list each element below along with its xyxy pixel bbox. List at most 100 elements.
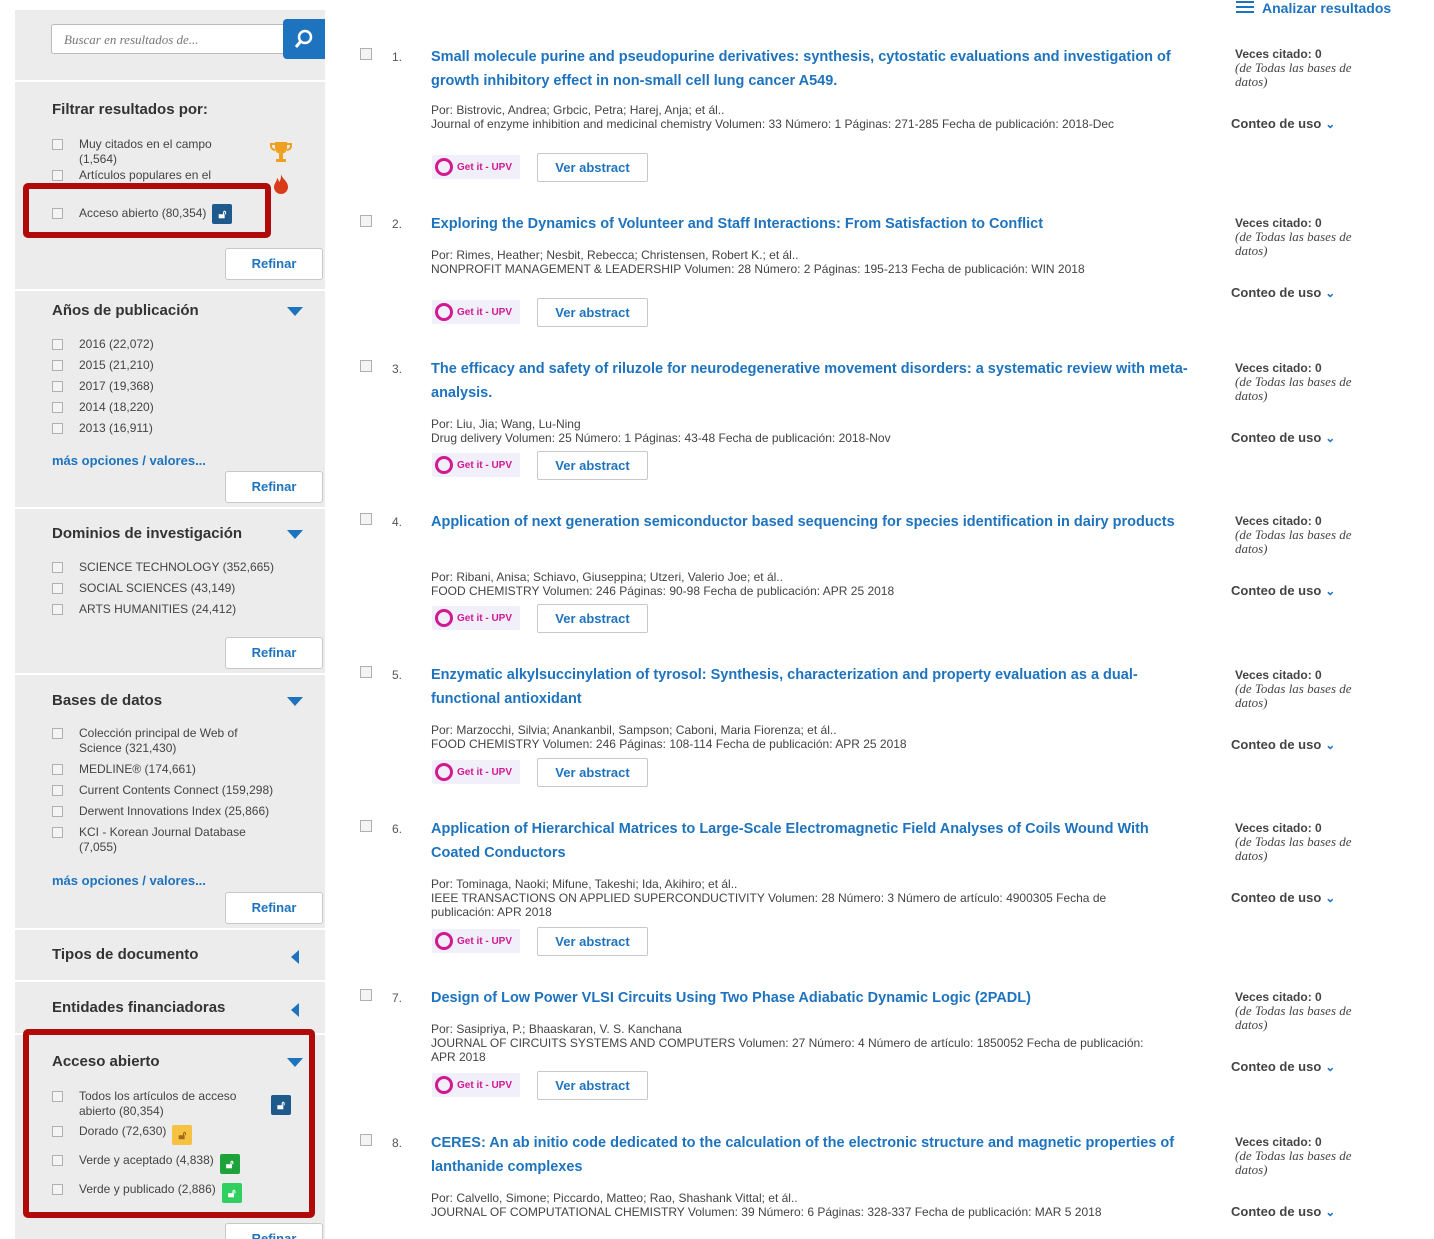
chevron-down-icon: ⌄	[1325, 1060, 1336, 1074]
checkbox[interactable]	[52, 827, 63, 838]
usage-count-dropdown[interactable]: Conteo de uso ⌄	[1231, 583, 1335, 598]
times-cited-count[interactable]: Veces citado: 0	[1235, 47, 1405, 61]
checkbox[interactable]	[52, 728, 63, 739]
result-number: 5.	[392, 668, 403, 682]
domain-option[interactable]: SCIENCE TECHNOLOGY (352,665)	[52, 560, 319, 575]
database-option[interactable]: MEDLINE® (174,661)	[52, 762, 299, 777]
expand-doc-types-icon[interactable]	[291, 950, 299, 964]
refine-button[interactable]: Refinar	[225, 471, 323, 503]
year-option[interactable]: 2017 (19,368)	[52, 379, 154, 394]
analyze-results-link[interactable]: Analizar resultados	[1236, 0, 1391, 16]
collapse-databases-icon[interactable]	[287, 697, 303, 706]
get-it-upv-button[interactable]: Get it - UPV	[432, 606, 520, 630]
database-option[interactable]: Derwent Innovations Index (25,866)	[52, 804, 309, 819]
checkbox[interactable]	[52, 562, 63, 573]
usage-count-dropdown[interactable]: Conteo de uso ⌄	[1231, 1059, 1335, 1074]
times-cited-count[interactable]: Veces citado: 0	[1235, 821, 1405, 835]
times-cited-note: (de Todas las bases de datos)	[1235, 527, 1352, 556]
result-title-link[interactable]: Application of next generation semicondu…	[431, 510, 1191, 534]
checkbox[interactable]	[52, 785, 63, 796]
usage-count-dropdown[interactable]: Conteo de uso ⌄	[1231, 430, 1335, 445]
database-option[interactable]: Current Contents Connect (159,298)	[52, 783, 309, 798]
checkbox[interactable]	[52, 604, 63, 615]
domain-option[interactable]: ARTS HUMANITIES (24,412)	[52, 602, 236, 617]
result-checkbox[interactable]	[360, 215, 372, 227]
refine-button[interactable]: Refinar	[225, 892, 323, 924]
result-checkbox[interactable]	[360, 48, 372, 60]
get-it-upv-button[interactable]: Get it - UPV	[432, 155, 520, 179]
result-source: JOURNAL OF CIRCUITS SYSTEMS AND COMPUTER…	[431, 1036, 1144, 1064]
result-checkbox[interactable]	[360, 666, 372, 678]
checkbox[interactable]	[52, 764, 63, 775]
section-title-doc-types[interactable]: Tipos de documento	[52, 946, 198, 963]
result-title-link[interactable]: Enzymatic alkylsuccinylation of tyrosol:…	[431, 663, 1191, 711]
domain-option[interactable]: SOCIAL SCIENCES (43,149)	[52, 581, 235, 596]
checkbox[interactable]	[52, 139, 63, 150]
more-options-databases-link[interactable]: más opciones / valores...	[52, 873, 206, 888]
times-cited-count[interactable]: Veces citado: 0	[1235, 216, 1405, 230]
result-title-link[interactable]: Small molecule purine and pseudopurine d…	[431, 45, 1191, 93]
refine-button[interactable]: Refinar	[225, 1223, 323, 1239]
checkbox[interactable]	[52, 170, 63, 181]
filter-title: Filtrar resultados por:	[52, 101, 208, 118]
get-it-upv-button[interactable]: Get it - UPV	[432, 760, 520, 784]
year-option[interactable]: 2015 (21,210)	[52, 358, 154, 373]
times-cited-count[interactable]: Veces citado: 0	[1235, 361, 1405, 375]
result-checkbox[interactable]	[360, 989, 372, 1001]
checkbox[interactable]	[52, 806, 63, 817]
view-abstract-button[interactable]: Ver abstract	[537, 758, 648, 787]
expand-funding-icon[interactable]	[291, 1003, 299, 1017]
collapse-domains-icon[interactable]	[287, 530, 303, 539]
database-option[interactable]: Colección principal de Web of Science (3…	[52, 726, 259, 756]
section-title-funding[interactable]: Entidades financiadoras	[52, 999, 225, 1016]
section-title-domains: Dominios de investigación	[52, 525, 243, 542]
result-title-link[interactable]: Application of Hierarchical Matrices to …	[431, 817, 1191, 865]
usage-count-dropdown[interactable]: Conteo de uso ⌄	[1231, 890, 1335, 905]
collapse-years-icon[interactable]	[287, 307, 303, 316]
result-title-link[interactable]: Design of Low Power VLSI Circuits Using …	[431, 986, 1191, 1010]
get-it-upv-button[interactable]: Get it - UPV	[432, 929, 520, 953]
get-it-upv-button[interactable]: Get it - UPV	[432, 300, 520, 324]
get-it-upv-button[interactable]: Get it - UPV	[432, 453, 520, 477]
times-cited-count[interactable]: Veces citado: 0	[1235, 514, 1405, 528]
year-option[interactable]: 2014 (18,220)	[52, 400, 154, 415]
view-abstract-button[interactable]: Ver abstract	[537, 153, 648, 182]
result-title-link[interactable]: Exploring the Dynamics of Volunteer and …	[431, 212, 1191, 236]
refine-button[interactable]: Refinar	[225, 637, 323, 669]
result-checkbox[interactable]	[360, 360, 372, 372]
checkbox[interactable]	[52, 339, 63, 350]
times-cited-count[interactable]: Veces citado: 0	[1235, 990, 1405, 1004]
year-option[interactable]: 2013 (16,911)	[52, 421, 153, 436]
search-results-input[interactable]: Buscar en resultados de...	[51, 24, 287, 54]
search-button[interactable]	[283, 19, 325, 59]
checkbox[interactable]	[52, 402, 63, 413]
checkbox[interactable]	[52, 423, 63, 434]
view-abstract-button[interactable]: Ver abstract	[537, 927, 648, 956]
checkbox[interactable]	[52, 381, 63, 392]
result-title-link[interactable]: The efficacy and safety of riluzole for …	[431, 357, 1191, 405]
result-title-link[interactable]: CERES: An ab initio code dedicated to th…	[431, 1131, 1191, 1179]
result-checkbox[interactable]	[360, 1134, 372, 1146]
checkbox[interactable]	[52, 360, 63, 371]
get-it-upv-button[interactable]: Get it - UPV	[432, 1073, 520, 1097]
database-option[interactable]: KCI - Korean Journal Database (7,055)	[52, 825, 274, 855]
result-checkbox[interactable]	[360, 513, 372, 525]
times-cited-count[interactable]: Veces citado: 0	[1235, 1135, 1405, 1149]
result-authors: Por: Tominaga, Naoki; Mifune, Takeshi; I…	[431, 877, 738, 891]
checkbox[interactable]	[52, 583, 63, 594]
usage-count-dropdown[interactable]: Conteo de uso ⌄	[1231, 1204, 1335, 1219]
refine-button[interactable]: Refinar	[225, 248, 323, 280]
result-checkbox[interactable]	[360, 820, 372, 832]
usage-count-dropdown[interactable]: Conteo de uso ⌄	[1231, 737, 1335, 752]
view-abstract-button[interactable]: Ver abstract	[537, 451, 648, 480]
filter-highly-cited[interactable]: Muy citados en el campo (1,564)	[52, 137, 239, 167]
view-abstract-button[interactable]: Ver abstract	[537, 298, 648, 327]
result-authors: Por: Calvello, Simone; Piccardo, Matteo;…	[431, 1191, 798, 1205]
usage-count-dropdown[interactable]: Conteo de uso ⌄	[1231, 116, 1335, 131]
usage-count-dropdown[interactable]: Conteo de uso ⌄	[1231, 285, 1335, 300]
year-option[interactable]: 2016 (22,072)	[52, 337, 154, 352]
times-cited-count[interactable]: Veces citado: 0	[1235, 668, 1405, 682]
view-abstract-button[interactable]: Ver abstract	[537, 1071, 648, 1100]
view-abstract-button[interactable]: Ver abstract	[537, 604, 648, 633]
more-options-years-link[interactable]: más opciones / valores...	[52, 453, 206, 468]
